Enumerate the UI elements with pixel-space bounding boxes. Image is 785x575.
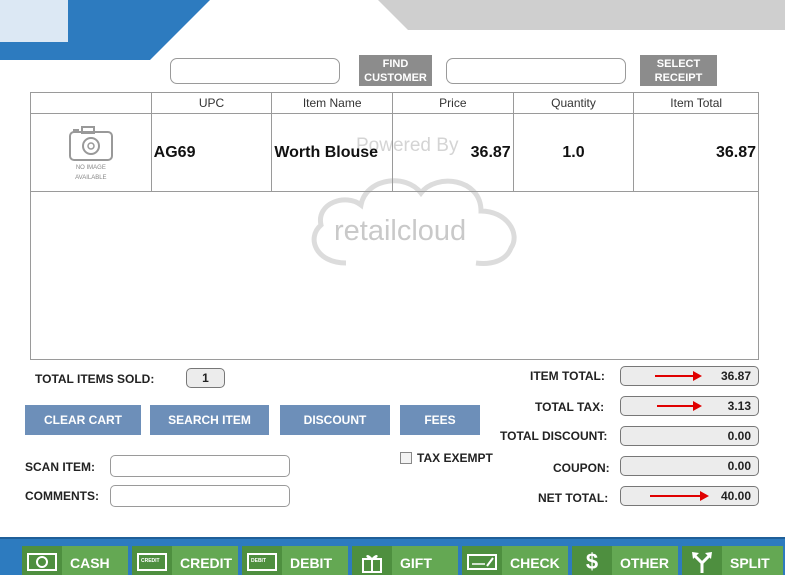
cart-table-header: UPC Item Name Price Quantity Item Total [31, 93, 758, 114]
col-price: Price [393, 93, 514, 113]
cash-button[interactable]: CASH [22, 546, 128, 575]
cash-icon [22, 546, 62, 575]
split-label: SPLIT [730, 555, 770, 571]
header-banner [0, 0, 785, 60]
comments-label: COMMENTS: [25, 489, 99, 503]
check-button[interactable]: CHECK [462, 546, 568, 575]
cell-upc: AG69 [152, 114, 273, 191]
col-upc: UPC [152, 93, 273, 113]
customer-search-input[interactable] [170, 58, 340, 84]
clear-cart-button[interactable]: CLEAR CART [25, 405, 141, 435]
other-button[interactable]: $ OTHER [572, 546, 678, 575]
fees-button[interactable]: FEES [400, 405, 480, 435]
net-total-label: NET TOTAL: [538, 491, 609, 505]
total-items-sold-label: TOTAL ITEMS SOLD: [35, 372, 155, 386]
coupon-label: COUPON: [553, 461, 610, 475]
select-receipt-label-2: RECEIPT [654, 72, 703, 84]
gift-icon [352, 546, 392, 575]
camera-icon [68, 125, 113, 161]
col-image [31, 93, 152, 113]
no-image-text-1: NO IMAGE [75, 164, 106, 171]
dollar-icon: $ [572, 546, 612, 575]
credit-label: CREDIT [180, 555, 233, 571]
cell-quantity[interactable]: 1.0 [514, 114, 635, 191]
item-total-label: ITEM TOTAL: [530, 369, 605, 383]
net-total-arrow-icon [650, 491, 709, 501]
comments-input[interactable] [110, 485, 290, 507]
credit-button[interactable]: CREDIT CREDIT [132, 546, 238, 575]
cell-item-name: Worth Blouse [272, 114, 394, 191]
cell-item-total: 36.87 [715, 143, 757, 161]
tax-exempt-label: TAX EXEMPT [417, 451, 493, 465]
find-customer-label-2: CUSTOMER [364, 72, 427, 84]
receipt-search-input[interactable] [446, 58, 626, 84]
col-item-name: Item Name [272, 93, 394, 113]
col-quantity: Quantity [514, 93, 635, 113]
select-receipt-label-1: SELECT [656, 58, 701, 70]
split-button[interactable]: SPLIT [682, 546, 783, 575]
cash-label: CASH [70, 555, 110, 571]
split-arrows-icon [682, 546, 722, 575]
select-receipt-button[interactable]: SELECT RECEIPT [640, 55, 717, 86]
gift-button[interactable]: GIFT [352, 546, 458, 575]
find-customer-label-1: FIND [382, 58, 409, 70]
no-image-text-2: AVAILABLE [75, 174, 107, 181]
retailcloud-brand-text: retailcloud [334, 215, 467, 247]
scan-item-label: SCAN ITEM: [25, 460, 95, 474]
table-row[interactable]: NO IMAGE AVAILABLE AG69 Worth Blouse 36.… [31, 114, 758, 192]
scan-item-input[interactable] [110, 455, 290, 477]
total-discount-value: 0.00 [620, 426, 759, 446]
total-items-sold-value: 1 [186, 368, 225, 388]
cell-price[interactable]: 36.87 [393, 114, 514, 191]
check-label: CHECK [510, 555, 560, 571]
total-tax-label: TOTAL TAX: [535, 400, 605, 414]
item-image-placeholder: NO IMAGE AVAILABLE [31, 114, 152, 191]
total-discount-label: TOTAL DISCOUNT: [500, 429, 608, 443]
item-total-arrow-icon [655, 371, 702, 381]
debit-button[interactable]: DEBIT DEBIT [242, 546, 348, 575]
tax-exempt-checkbox[interactable] [400, 452, 412, 464]
coupon-value: 0.00 [620, 456, 759, 476]
total-tax-arrow-icon [657, 401, 702, 411]
gift-label: GIFT [400, 555, 432, 571]
debit-icon-text: DEBIT [251, 558, 266, 564]
find-customer-button[interactable]: FIND CUSTOMER [359, 55, 432, 86]
other-label: OTHER [620, 555, 669, 571]
credit-icon-text: CREDIT [141, 558, 160, 564]
search-item-button[interactable]: SEARCH ITEM [150, 405, 269, 435]
col-item-total: Item Total [670, 96, 723, 110]
discount-button[interactable]: DISCOUNT [280, 405, 390, 435]
check-icon [462, 546, 502, 575]
debit-card-icon: DEBIT [242, 546, 282, 575]
payment-bar: CASH CREDIT CREDIT DEBIT DEBIT GIFT CHEC… [0, 537, 785, 575]
cart-table: UPC Item Name Price Quantity Item Total … [30, 92, 759, 360]
debit-label: DEBIT [290, 555, 332, 571]
credit-card-icon: CREDIT [132, 546, 172, 575]
